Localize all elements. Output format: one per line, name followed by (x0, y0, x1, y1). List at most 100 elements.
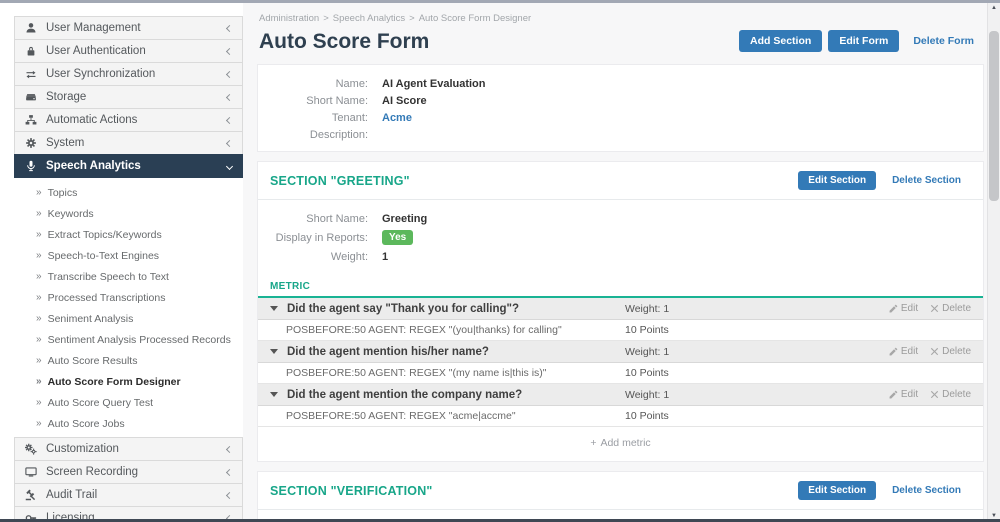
double-angle-icon: » (36, 250, 42, 261)
breadcrumb-separator: > (323, 13, 329, 24)
sidebar-subitem-auto-score-form-designer[interactable]: »Auto Score Form Designer (14, 371, 243, 392)
edit-metric-button[interactable]: Edit (889, 389, 918, 400)
sidebar-item-user-management[interactable]: User Management (14, 16, 243, 40)
sidebar-item-audit-trail[interactable]: Audit Trail (14, 483, 243, 507)
edit-form-button[interactable]: Edit Form (828, 30, 899, 52)
add-section-button[interactable]: Add Section (739, 30, 822, 52)
hard-drive-icon (25, 91, 39, 103)
chevron-left-icon (226, 116, 233, 123)
edit-section-button[interactable]: Edit Section (798, 481, 876, 500)
scroll-up-arrow-icon[interactable]: ▲ (988, 3, 1000, 14)
double-angle-icon: » (36, 355, 42, 366)
sidebar-item-speech-analytics[interactable]: Speech Analytics (14, 154, 243, 178)
name-label: Name: (258, 78, 368, 90)
weight-value: 1 (382, 251, 388, 263)
delete-metric-button[interactable]: Delete (930, 389, 971, 400)
x-icon (930, 390, 939, 399)
metric-question: Did the agent mention his/her name? (287, 346, 625, 358)
edit-metric-button[interactable]: Edit (889, 303, 918, 314)
subitem-label: Auto Score Jobs (48, 418, 125, 430)
app-window: User Management User Authentication User… (0, 3, 1000, 522)
gear-icon (25, 137, 39, 149)
sidebar-subitem-auto-score-results[interactable]: » Auto Score Results (14, 350, 243, 371)
short-name-label: Short Name: (258, 213, 368, 225)
sync-arrows-icon (25, 68, 39, 80)
chevron-left-icon (226, 93, 233, 100)
monitor-icon (25, 466, 39, 478)
sidebar: User Management User Authentication User… (0, 3, 243, 522)
display-in-reports-label: Display in Reports: (258, 232, 368, 244)
metric-row-header[interactable]: Did the agent mention his/her name? Weig… (258, 341, 983, 363)
chevron-left-icon (226, 491, 233, 498)
double-angle-icon: » (36, 376, 42, 387)
chevron-left-icon (226, 70, 233, 77)
gavel-icon (25, 489, 39, 501)
edit-section-button[interactable]: Edit Section (798, 171, 876, 190)
sidebar-subitem-sentiment-analysis-processed-records[interactable]: »Sentiment Analysis Processed Records (14, 329, 243, 350)
metric-points: 10 Points (625, 367, 865, 379)
sidebar-subitem-auto-score-query-test[interactable]: »Auto Score Query Test (14, 392, 243, 413)
breadcrumb-separator: > (409, 13, 415, 24)
delete-metric-button[interactable]: Delete (930, 303, 971, 314)
sidebar-item-user-synchronization[interactable]: User Synchronization (14, 62, 243, 86)
sidebar-item-label: User Authentication (46, 45, 227, 57)
sidebar-subitem-keywords[interactable]: »Keywords (14, 203, 243, 224)
pencil-icon (889, 390, 898, 399)
form-details-panel: Name:AI Agent Evaluation Short Name:AI S… (257, 64, 984, 152)
delete-metric-button[interactable]: Delete (930, 346, 971, 357)
sidebar-subitem-extract-topics-keywords[interactable]: » Extract Topics/Keywords (14, 224, 243, 245)
sidebar-item-automatic-actions[interactable]: Automatic Actions (14, 108, 243, 132)
section-title: SECTION "VERIFICATION" (270, 484, 792, 498)
sidebar-subitem-seniment-analysis[interactable]: »Seniment Analysis (14, 308, 243, 329)
metric-row-header[interactable]: Did the agent say "Thank you for calling… (258, 298, 983, 320)
gears-icon (25, 443, 39, 455)
caret-down-icon (270, 349, 278, 354)
breadcrumb-item[interactable]: Auto Score Form Designer (419, 13, 531, 24)
short-name-value: Greeting (382, 213, 427, 225)
delete-section-button[interactable]: Delete Section (882, 481, 971, 500)
breadcrumb-item[interactable]: Administration (259, 13, 319, 24)
sidebar-subitem-speech-to-text-engines[interactable]: »Speech-to-Text Engines (14, 245, 243, 266)
vertical-scrollbar[interactable]: ▲ ▼ (987, 3, 1000, 522)
metric-question: Did the agent say "Thank you for calling… (287, 303, 625, 315)
section-title: SECTION "GREETING" (270, 174, 792, 188)
sidebar-subitem-processed-transcriptions[interactable]: »Processed Transcriptions (14, 287, 243, 308)
metric-row-header[interactable]: Did the agent mention the company name? … (258, 384, 983, 406)
metric-weight: Weight: 1 (625, 389, 865, 401)
chevron-left-icon (226, 468, 233, 475)
delete-form-button[interactable]: Delete Form (905, 30, 982, 52)
description-label: Description: (258, 129, 368, 141)
double-angle-icon: » (36, 229, 42, 240)
sidebar-item-customization[interactable]: Customization (14, 437, 243, 461)
caret-down-icon (270, 306, 278, 311)
subitem-label: Auto Score Results (48, 355, 138, 367)
sidebar-item-label: Automatic Actions (46, 114, 227, 126)
metric-table: Did the agent say "Thank you for calling… (258, 296, 983, 427)
sidebar-item-user-authentication[interactable]: User Authentication (14, 39, 243, 63)
sidebar-item-screen-recording[interactable]: Screen Recording (14, 460, 243, 484)
status-badge: Yes (382, 230, 413, 245)
metric-column-header: METRIC (258, 273, 983, 296)
tenant-link[interactable]: Acme (382, 112, 412, 124)
delete-section-button[interactable]: Delete Section (882, 171, 971, 190)
edit-metric-button[interactable]: Edit (889, 346, 918, 357)
subitem-label: Extract Topics/Keywords (48, 229, 162, 241)
subitem-label: Keywords (48, 208, 94, 220)
scrollbar-thumb[interactable] (989, 31, 999, 201)
sidebar-item-storage[interactable]: Storage (14, 85, 243, 109)
plus-icon: + (590, 437, 596, 449)
sidebar-item-system[interactable]: System (14, 131, 243, 155)
metric-weight: Weight: 1 (625, 346, 865, 358)
sidebar-subitem-auto-score-jobs[interactable]: »Auto Score Jobs (14, 413, 243, 434)
chevron-left-icon (226, 24, 233, 31)
sidebar-item-label: Audit Trail (46, 489, 227, 501)
tenant-label: Tenant: (258, 112, 368, 124)
subitem-label: Processed Transcriptions (48, 292, 166, 304)
double-angle-icon: » (36, 271, 42, 282)
sidebar-subitem-topics[interactable]: »Topics (14, 182, 243, 203)
add-metric-button[interactable]: +Add metric (258, 427, 983, 461)
sidebar-subitem-transcribe-speech-to-text[interactable]: »Transcribe Speech to Text (14, 266, 243, 287)
metric-points: 10 Points (625, 410, 865, 422)
breadcrumb-item[interactable]: Speech Analytics (333, 13, 405, 24)
chevron-left-icon (226, 445, 233, 452)
